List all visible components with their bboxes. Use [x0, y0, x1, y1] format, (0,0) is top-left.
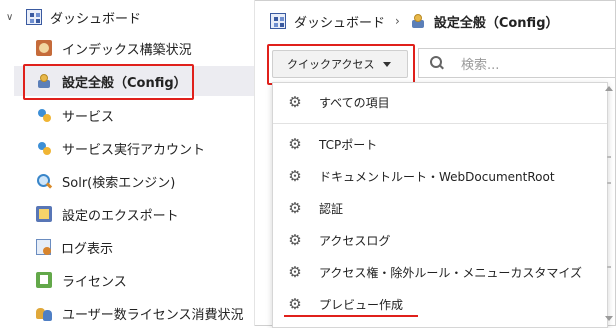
service-account-icon [36, 140, 52, 156]
menu-item-label: ドキュメントルート・WebDocumentRoot [319, 169, 555, 184]
scrollbar[interactable] [604, 86, 614, 324]
breadcrumb: ダッシュボード › 設定全般（Config） [270, 11, 559, 31]
gear-icon: ⚙ [288, 135, 302, 153]
menu-item-access-rights[interactable]: ⚙ アクセス権・除外ルール・メニューカスタマイズ [273, 257, 607, 287]
sidebar-item-label: ユーザー数ライセンス消費状況 [62, 307, 244, 323]
scrollbar-mark [607, 266, 611, 268]
license-icon [36, 272, 52, 288]
breadcrumb-separator: › [395, 14, 400, 28]
dashboard-icon [26, 9, 42, 25]
search-input[interactable]: 検索... [418, 48, 616, 78]
sidebar-item-label: ログ表示 [61, 241, 114, 257]
breadcrumb-current: 設定全般（Config） [433, 15, 559, 31]
menu-item-document-root[interactable]: ⚙ ドキュメントルート・WebDocumentRoot [273, 161, 607, 191]
config-highlight-box [23, 64, 194, 100]
sidebar-item-service-account[interactable]: サービス実行アカウント [14, 133, 254, 163]
quick-access-highlight-box [267, 44, 415, 85]
sidebar-item-label: サービス実行アカウント [62, 142, 206, 158]
sidebar-item-index-status[interactable]: インデックス構築状況 [14, 33, 254, 63]
chevron-down-icon[interactable]: ∨ [6, 12, 18, 23]
menu-item-access-log[interactable]: ⚙ アクセスログ [273, 225, 607, 255]
search-placeholder: 検索... [461, 57, 500, 73]
scroll-up-icon[interactable] [605, 86, 613, 91]
scrollbar-mark [607, 156, 611, 158]
sidebar-item-service[interactable]: サービス [14, 100, 254, 130]
sidebar-item-label: 設定のエクスポート [62, 208, 179, 224]
sidebar-item-license[interactable]: ライセンス [14, 265, 254, 295]
gear-icon: ⚙ [288, 93, 302, 111]
menu-item-label: アクセスログ [319, 233, 391, 248]
service-icon [36, 107, 52, 123]
user-license-icon [36, 305, 52, 321]
gear-icon: ⚙ [288, 231, 302, 249]
scroll-down-icon[interactable] [605, 316, 613, 321]
sidebar-item-user-license[interactable]: ユーザー数ライセンス消費状況 [14, 298, 254, 328]
menu-item-all[interactable]: ⚙ すべての項目 [273, 87, 607, 117]
menu-item-label: すべての項目 [319, 95, 390, 110]
sidebar-item-label: サービス [62, 109, 115, 125]
breadcrumb-root[interactable]: ダッシュボード [294, 12, 385, 31]
solr-search-icon [36, 173, 52, 189]
index-build-icon [36, 40, 52, 56]
menu-item-label: TCPポート [319, 137, 378, 152]
sidebar: ∨ ダッシュボード インデックス構築状況 設定全般（Config） サービス サ… [0, 0, 254, 326]
sidebar-root-label: ダッシュボード [50, 11, 142, 27]
menu-item-auth[interactable]: ⚙ 認証 [273, 193, 607, 223]
gear-icon: ⚙ [288, 263, 302, 281]
gear-icon: ⚙ [288, 167, 302, 185]
sidebar-item-solr[interactable]: Solr(検索エンジン) [14, 166, 254, 196]
dashboard-icon [270, 13, 286, 29]
menu-item-label: プレビュー作成 [319, 297, 404, 312]
sidebar-item-label: ライセンス [62, 274, 127, 290]
menu-separator [273, 123, 607, 124]
sidebar-item-export[interactable]: 設定のエクスポート [14, 199, 254, 229]
export-icon [36, 206, 52, 222]
gear-icon: ⚙ [288, 199, 302, 217]
menu-item-label: アクセス権・除外ルール・メニューカスタマイズ [319, 265, 583, 280]
config-icon [410, 13, 426, 29]
menu-item-label: 認証 [319, 201, 344, 216]
gear-icon: ⚙ [288, 295, 302, 313]
sidebar-item-label: Solr(検索エンジン) [62, 175, 176, 191]
log-icon [36, 239, 51, 255]
quick-access-menu: ⚙ すべての項目 ⚙ TCPポート ⚙ ドキュメントルート・WebDocumen… [272, 82, 608, 328]
pane-divider [254, 0, 255, 326]
scrollbar-mark [607, 182, 611, 184]
sidebar-item-log[interactable]: ログ表示 [14, 232, 254, 262]
sidebar-item-label: インデックス構築状況 [62, 42, 192, 58]
sidebar-root-dashboard[interactable]: ∨ ダッシュボード [6, 6, 141, 28]
menu-item-tcp-port[interactable]: ⚙ TCPポート [273, 129, 607, 159]
search-icon [429, 55, 445, 71]
preview-highlight-underline [284, 315, 418, 317]
